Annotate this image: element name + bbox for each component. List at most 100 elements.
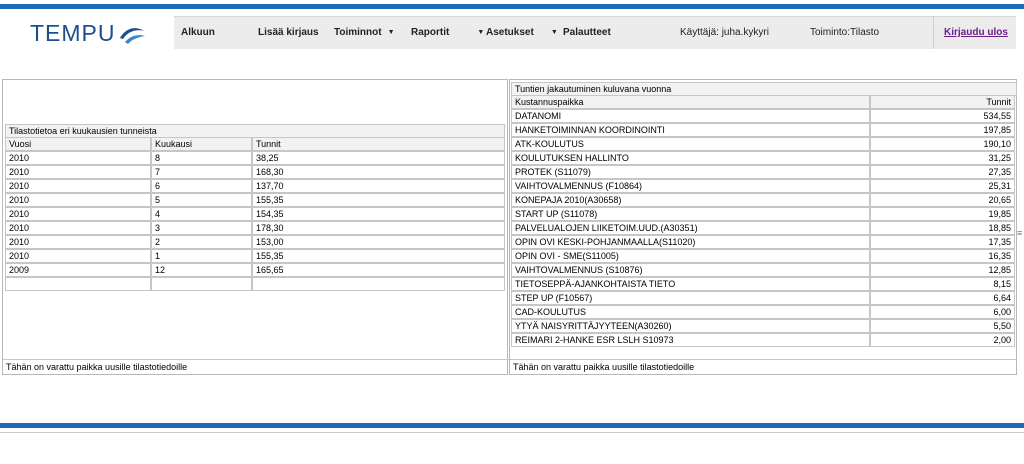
table-row: 2010 8 38,25 bbox=[5, 151, 505, 165]
cell-year: 2010 bbox=[5, 235, 151, 249]
cell-cost-center: PROTEK (S11079) bbox=[511, 165, 870, 179]
chevron-down-icon: ▼ bbox=[550, 29, 558, 36]
cell-cost-center: OPIN OVI KESKI-POHJANMAALLA(S11020) bbox=[511, 235, 870, 249]
nav-alkuun[interactable]: Alkuun bbox=[181, 17, 215, 49]
cell-hours: 25,31 bbox=[870, 179, 1015, 193]
cell-hours: 20,65 bbox=[870, 193, 1015, 207]
current-user: Käyttäjä: juha.kykyri bbox=[680, 27, 769, 38]
cell-cost-center: START UP (S11078) bbox=[511, 207, 870, 221]
table-row: 2010 6 137,70 bbox=[5, 179, 505, 193]
cell-year: 2010 bbox=[5, 249, 151, 263]
cell-month: 1 bbox=[151, 249, 252, 263]
table-row: DATANOMI 534,55 bbox=[511, 109, 1015, 123]
table-row: 2010 5 155,35 bbox=[5, 193, 505, 207]
nav-asetukset[interactable]: Asetukset ▼ bbox=[486, 17, 558, 49]
cell-cost-center: STEP UP (F10567) bbox=[511, 291, 870, 305]
cell-cost-center: PALVELUALOJEN LIIKETOIM.UUD.(A30351) bbox=[511, 221, 870, 235]
cell-hours: 197,85 bbox=[870, 123, 1015, 137]
cell-hours: 168,30 bbox=[252, 165, 505, 179]
cell-hours: 17,35 bbox=[870, 235, 1015, 249]
nav-lisaa-kirjaus-label: Lisää kirjaus bbox=[258, 27, 319, 38]
table-row: STEP UP (F10567) 6,64 bbox=[511, 291, 1015, 305]
cell-hours: 5,50 bbox=[870, 319, 1015, 333]
cell-hours: 6,00 bbox=[870, 305, 1015, 319]
cell-month: 4 bbox=[151, 207, 252, 221]
cell-hours: 534,55 bbox=[870, 109, 1015, 123]
cell-hours: 137,70 bbox=[252, 179, 505, 193]
nav-asetukset-label: Asetukset bbox=[486, 27, 534, 38]
nav-palautteet-label: Palautteet bbox=[563, 27, 611, 38]
cell-cost-center: OPIN OVI - SME(S11005) bbox=[511, 249, 870, 263]
cell-year: 2010 bbox=[5, 207, 151, 221]
cell-cost-center: REIMARI 2-HANKE ESR LSLH S10973 bbox=[511, 333, 870, 347]
nav-raportit-label: Raportit bbox=[411, 27, 450, 38]
cell-cost-center: VAIHTOVALMENNUS (F10864) bbox=[511, 179, 870, 193]
cell-hours: 12,85 bbox=[870, 263, 1015, 277]
cell-hours: 154,35 bbox=[252, 207, 505, 221]
scrollbar-grip-icon[interactable]: ≡ bbox=[1017, 228, 1022, 238]
nav-divider bbox=[933, 17, 934, 49]
empty-cell bbox=[151, 277, 252, 291]
top-accent-bar bbox=[0, 4, 1024, 9]
nav-raportit[interactable]: Raportit ▼ bbox=[411, 17, 484, 49]
cell-hours: 155,35 bbox=[252, 193, 505, 207]
hours-distribution-footer: Tähän on varattu paikka uusille tilastot… bbox=[510, 359, 1016, 374]
column-header-tunnit: Tunnit bbox=[252, 137, 505, 151]
column-header-kuukausi: Kuukausi bbox=[151, 137, 252, 151]
cell-hours: 38,25 bbox=[252, 151, 505, 165]
hours-distribution-panel: Tuntien jakautuminen kuluvana vuonna Kus… bbox=[509, 79, 1017, 375]
cell-year: 2010 bbox=[5, 165, 151, 179]
nav-palautteet[interactable]: Palautteet bbox=[563, 17, 611, 49]
hours-distribution-title: Tuntien jakautuminen kuluvana vuonna bbox=[511, 82, 1017, 96]
table-row: 2009 12 165,65 bbox=[5, 263, 505, 277]
table-row-empty bbox=[5, 277, 505, 291]
cell-year: 2010 bbox=[5, 221, 151, 235]
table-row: ATK-KOULUTUS 190,10 bbox=[511, 137, 1015, 151]
table-row: KONEPAJA 2010(A30658) 20,65 bbox=[511, 193, 1015, 207]
chevron-down-icon: ▼ bbox=[477, 29, 485, 36]
cell-cost-center: ATK-KOULUTUS bbox=[511, 137, 870, 151]
logo-text: TEMPU bbox=[30, 20, 116, 46]
chevron-down-icon: ▼ bbox=[387, 29, 395, 36]
cell-cost-center: KOULUTUKSEN HALLINTO bbox=[511, 151, 870, 165]
cell-hours: 165,65 bbox=[252, 263, 505, 277]
column-header-tunnit: Tunnit bbox=[870, 95, 1015, 109]
table-row: VAIHTOVALMENNUS (S10876) 12,85 bbox=[511, 263, 1015, 277]
cell-hours: 155,35 bbox=[252, 249, 505, 263]
monthly-stats-table: Vuosi Kuukausi Tunnit 2010 8 38,25 2010 7 16… bbox=[5, 137, 505, 291]
logo-swoosh-icon bbox=[119, 27, 145, 44]
table-row: PROTEK (S11079) 27,35 bbox=[511, 165, 1015, 179]
table-row: KOULUTUKSEN HALLINTO 31,25 bbox=[511, 151, 1015, 165]
cell-year: 2009 bbox=[5, 263, 151, 277]
bottom-divider bbox=[0, 432, 1024, 433]
cell-hours: 16,35 bbox=[870, 249, 1015, 263]
column-header-kustannuspaikka: Kustannuspaikka bbox=[511, 95, 870, 109]
table-row: 2010 3 178,30 bbox=[5, 221, 505, 235]
cell-month: 6 bbox=[151, 179, 252, 193]
table-row: OPIN OVI KESKI-POHJANMAALLA(S11020) 17,35 bbox=[511, 235, 1015, 249]
cell-hours: 19,85 bbox=[870, 207, 1015, 221]
cell-month: 5 bbox=[151, 193, 252, 207]
nav-lisaa-kirjaus[interactable]: Lisää kirjaus bbox=[258, 17, 319, 49]
cell-hours: 2,00 bbox=[870, 333, 1015, 347]
cell-month: 7 bbox=[151, 165, 252, 179]
table-row: 2010 1 155,35 bbox=[5, 249, 505, 263]
table-header-row: Vuosi Kuukausi Tunnit bbox=[5, 137, 505, 151]
table-row: 2010 4 154,35 bbox=[5, 207, 505, 221]
empty-cell bbox=[252, 277, 505, 291]
monthly-stats-footer: Tähän on varattu paikka uusille tilastot… bbox=[3, 359, 509, 374]
cell-month: 3 bbox=[151, 221, 252, 235]
cell-hours: 6,64 bbox=[870, 291, 1015, 305]
table-row: YTYÄ NAISYRITTÄJYYTEEN(A30260) 5,50 bbox=[511, 319, 1015, 333]
nav-toiminnot[interactable]: Toiminnot ▼ bbox=[334, 17, 395, 49]
logout-link[interactable]: Kirjaudu ulos bbox=[944, 17, 1008, 49]
cell-cost-center: CAD-KOULUTUS bbox=[511, 305, 870, 319]
table-row: REIMARI 2-HANKE ESR LSLH S10973 2,00 bbox=[511, 333, 1015, 347]
table-row: TIETOSEPPÄ-AJANKOHTAISTA TIETO 8,15 bbox=[511, 277, 1015, 291]
cell-hours: 31,25 bbox=[870, 151, 1015, 165]
cell-cost-center: HANKETOIMINNAN KOORDINOINTI bbox=[511, 123, 870, 137]
cell-cost-center: TIETOSEPPÄ-AJANKOHTAISTA TIETO bbox=[511, 277, 870, 291]
cell-month: 12 bbox=[151, 263, 252, 277]
cell-cost-center: DATANOMI bbox=[511, 109, 870, 123]
cell-month: 8 bbox=[151, 151, 252, 165]
